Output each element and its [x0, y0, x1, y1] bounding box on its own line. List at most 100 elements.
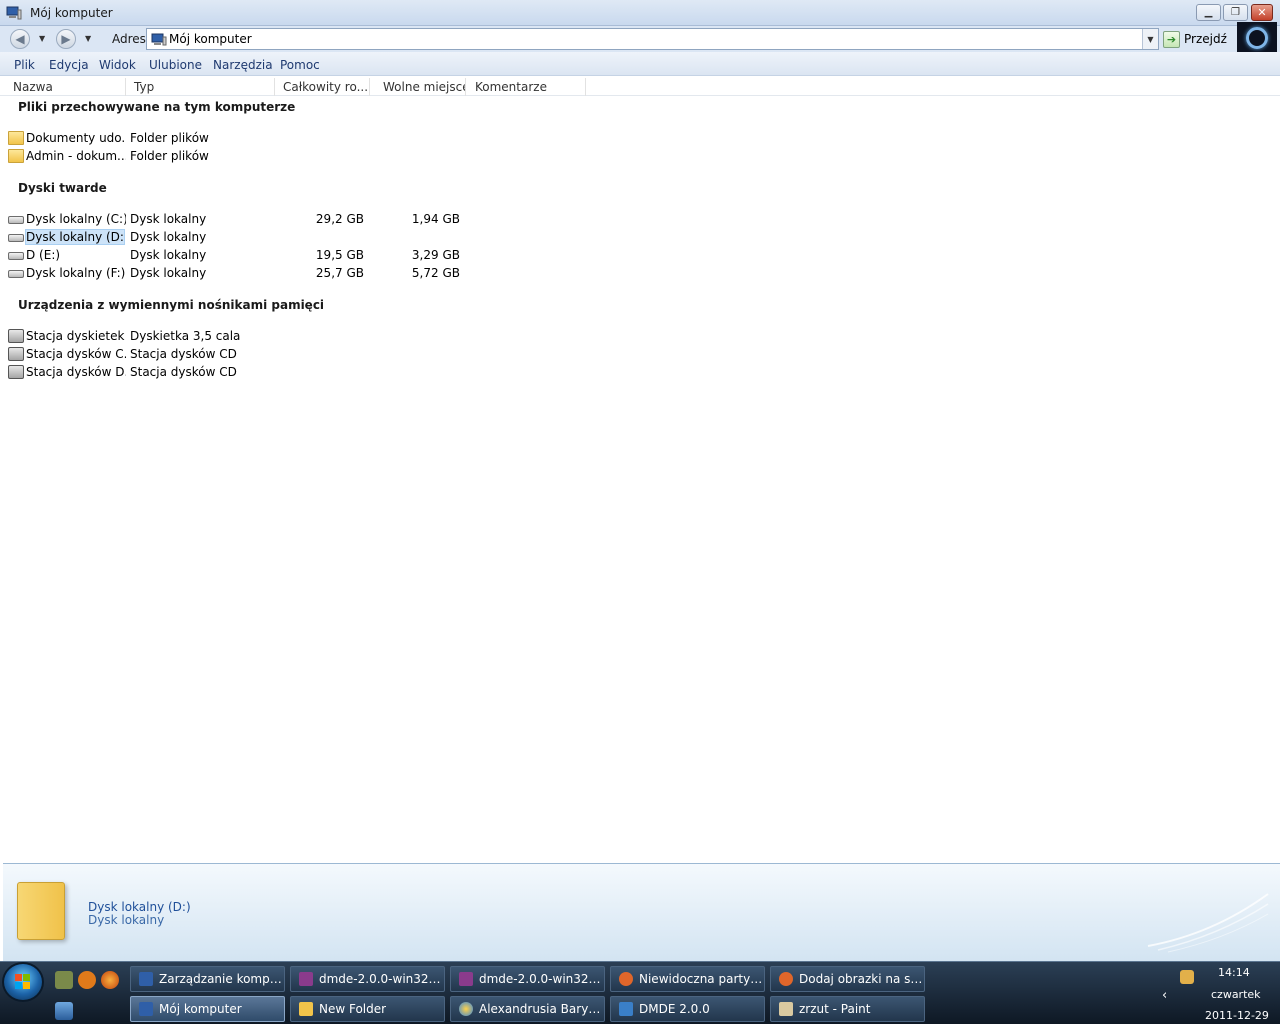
close-button[interactable]: ✕: [1251, 4, 1273, 21]
back-history-dropdown[interactable]: ▼: [39, 34, 45, 43]
tray-network-icon[interactable]: [1180, 970, 1194, 984]
column-header-bar: Nazwa Typ Całkowity ro... Wolne miejsce …: [0, 76, 1280, 96]
item-type: Dysk lokalny: [130, 266, 207, 280]
menu-view[interactable]: Widok: [99, 58, 136, 72]
start-button[interactable]: [2, 962, 44, 1002]
address-value: Mój komputer: [169, 32, 252, 46]
archive-icon: [299, 972, 313, 986]
clock-date[interactable]: 2011-12-29: [1205, 1009, 1269, 1022]
archive-icon: [459, 972, 473, 986]
item-type: Stacja dysków CD: [130, 347, 237, 361]
quicklaunch-app-icon[interactable]: [55, 971, 73, 989]
firefox-icon: [779, 972, 793, 986]
item-total-size: 19,5 GB: [315, 248, 364, 262]
address-toolbar: ◀ ▼ ▶ ▼ Adres Mój komputer ▼ ➔ Przejdź: [0, 26, 1280, 52]
address-input[interactable]: Mój komputer ▼: [146, 28, 1159, 50]
back-button[interactable]: ◀: [10, 29, 30, 49]
windows-logo-icon: [15, 974, 30, 989]
forward-arrow-icon: ▶: [61, 32, 71, 46]
clock-time[interactable]: 14:14: [1218, 966, 1250, 979]
details-title: Dysk lokalny (D:): [88, 900, 191, 914]
list-item[interactable]: Dysk lokalny (F:) Dysk lokalny 25,7 GB 5…: [6, 264, 466, 282]
menu-tools[interactable]: Narzędzia: [213, 58, 273, 72]
item-total-size: 29,2 GB: [315, 212, 364, 226]
item-name: Admin - dokum...: [26, 149, 126, 163]
list-item[interactable]: Dokumenty udo... Folder plików: [6, 129, 466, 147]
item-type: Dyskietka 3,5 cala: [130, 329, 241, 343]
details-pane: Dysk lokalny (D:) Dysk lokalny: [3, 863, 1280, 961]
list-item[interactable]: Dysk lokalny (C:) Dysk lokalny 29,2 GB 1…: [6, 210, 466, 228]
chrome-icon: [459, 1002, 473, 1016]
item-name: D (E:): [26, 248, 61, 262]
tray-expand-chevron-icon[interactable]: ‹: [1162, 988, 1167, 1003]
item-name: Dysk lokalny (D:): [25, 229, 125, 245]
taskbar-button[interactable]: Dodaj obrazki na ser...: [770, 966, 925, 992]
chevron-down-icon: ▼: [1147, 34, 1154, 44]
folder-icon: [299, 1002, 313, 1016]
list-item[interactable]: D (E:) Dysk lokalny 19,5 GB 3,29 GB: [6, 246, 466, 264]
go-arrow-icon: ➔: [1163, 30, 1180, 48]
column-type[interactable]: Typ: [126, 78, 275, 96]
taskbar-button[interactable]: Alexandrusia Barysz ...: [450, 996, 605, 1022]
go-button[interactable]: ➔ Przejdź: [1163, 28, 1233, 50]
forward-history-dropdown[interactable]: ▼: [85, 34, 91, 43]
quicklaunch-app-icon[interactable]: [78, 971, 96, 989]
menu-favorites[interactable]: Ulubione: [149, 58, 202, 72]
list-item[interactable]: Stacja dyskietek ... Dyskietka 3,5 cala: [6, 327, 466, 345]
minimize-button[interactable]: ▁: [1196, 4, 1221, 21]
column-name[interactable]: Nazwa: [5, 78, 126, 96]
back-arrow-icon: ◀: [15, 32, 25, 46]
throbber-ring-icon: [1246, 27, 1268, 49]
forward-button[interactable]: ▶: [56, 29, 76, 49]
item-name: Stacja dysków D...: [26, 365, 126, 379]
folder-icon: [8, 149, 24, 163]
maximize-button[interactable]: ❐: [1223, 4, 1248, 21]
firefox-icon: [619, 972, 633, 986]
list-item-selected[interactable]: Dysk lokalny (D:) Dysk lokalny: [6, 228, 466, 246]
folder-icon: [8, 131, 24, 145]
group-header-hard-drives: Dyski twarde: [18, 181, 107, 195]
hard-drive-icon: [8, 270, 24, 278]
cd-drive-icon: [8, 365, 24, 379]
title-bar[interactable]: Mój komputer ▁ ❐ ✕: [0, 0, 1280, 26]
column-comments[interactable]: Komentarze: [467, 78, 586, 96]
list-item[interactable]: Stacja dysków D... Stacja dysków CD: [6, 363, 466, 381]
taskbar-button[interactable]: Zarządzanie komput...: [130, 966, 285, 992]
taskbar-button[interactable]: dmde-2.0.0-win32-...: [450, 966, 605, 992]
firefox-icon[interactable]: [101, 971, 119, 989]
item-free-space: 3,29 GB: [411, 248, 460, 262]
item-type: Dysk lokalny: [130, 230, 207, 244]
menu-file[interactable]: Plik: [14, 58, 35, 72]
list-item[interactable]: Stacja dysków C... Stacja dysków CD: [6, 345, 466, 363]
minimize-icon: ▁: [1204, 7, 1213, 18]
column-free-space[interactable]: Wolne miejsce: [375, 78, 466, 96]
large-folder-icon: [17, 882, 65, 940]
taskbar-button[interactable]: dmde-2.0.0-win32-...: [290, 966, 445, 992]
item-name: Stacja dysków C...: [26, 347, 126, 361]
taskbar-button[interactable]: DMDE 2.0.0: [610, 996, 765, 1022]
taskbar-button[interactable]: Niewidoczna partycj...: [610, 966, 765, 992]
list-item[interactable]: Admin - dokum... Folder plików: [6, 147, 466, 165]
clock-day[interactable]: czwartek: [1211, 988, 1261, 1001]
address-dropdown-button[interactable]: ▼: [1142, 29, 1158, 49]
computer-icon: [139, 1002, 153, 1016]
taskbar: Zarządzanie komput... dmde-2.0.0-win32-.…: [0, 961, 1280, 1024]
taskbar-button-active[interactable]: Mój komputer: [130, 996, 285, 1022]
address-label: Adres: [112, 32, 146, 46]
column-total-size[interactable]: Całkowity ro...: [275, 78, 370, 96]
item-free-space: 1,94 GB: [411, 212, 460, 226]
dmde-icon: [619, 1002, 633, 1016]
computer-management-icon: [139, 972, 153, 986]
taskbar-button[interactable]: zrzut - Paint: [770, 996, 925, 1022]
hard-drive-icon: [8, 234, 24, 242]
menu-bar: Plik Edycja Widok Ulubione Narzędzia Pom…: [0, 52, 1280, 76]
group-header-files: Pliki przechowywane na tym komputerze: [18, 100, 296, 114]
item-total-size: 25,7 GB: [315, 266, 364, 280]
show-desktop-icon[interactable]: [55, 1002, 73, 1020]
taskbar-button[interactable]: New Folder: [290, 996, 445, 1022]
menu-help[interactable]: Pomoc: [280, 58, 320, 72]
menu-edit[interactable]: Edycja: [49, 58, 89, 72]
decorative-swoosh-icon: [1147, 893, 1269, 953]
restore-icon: ❐: [1231, 7, 1240, 18]
item-type: Dysk lokalny: [130, 248, 207, 262]
